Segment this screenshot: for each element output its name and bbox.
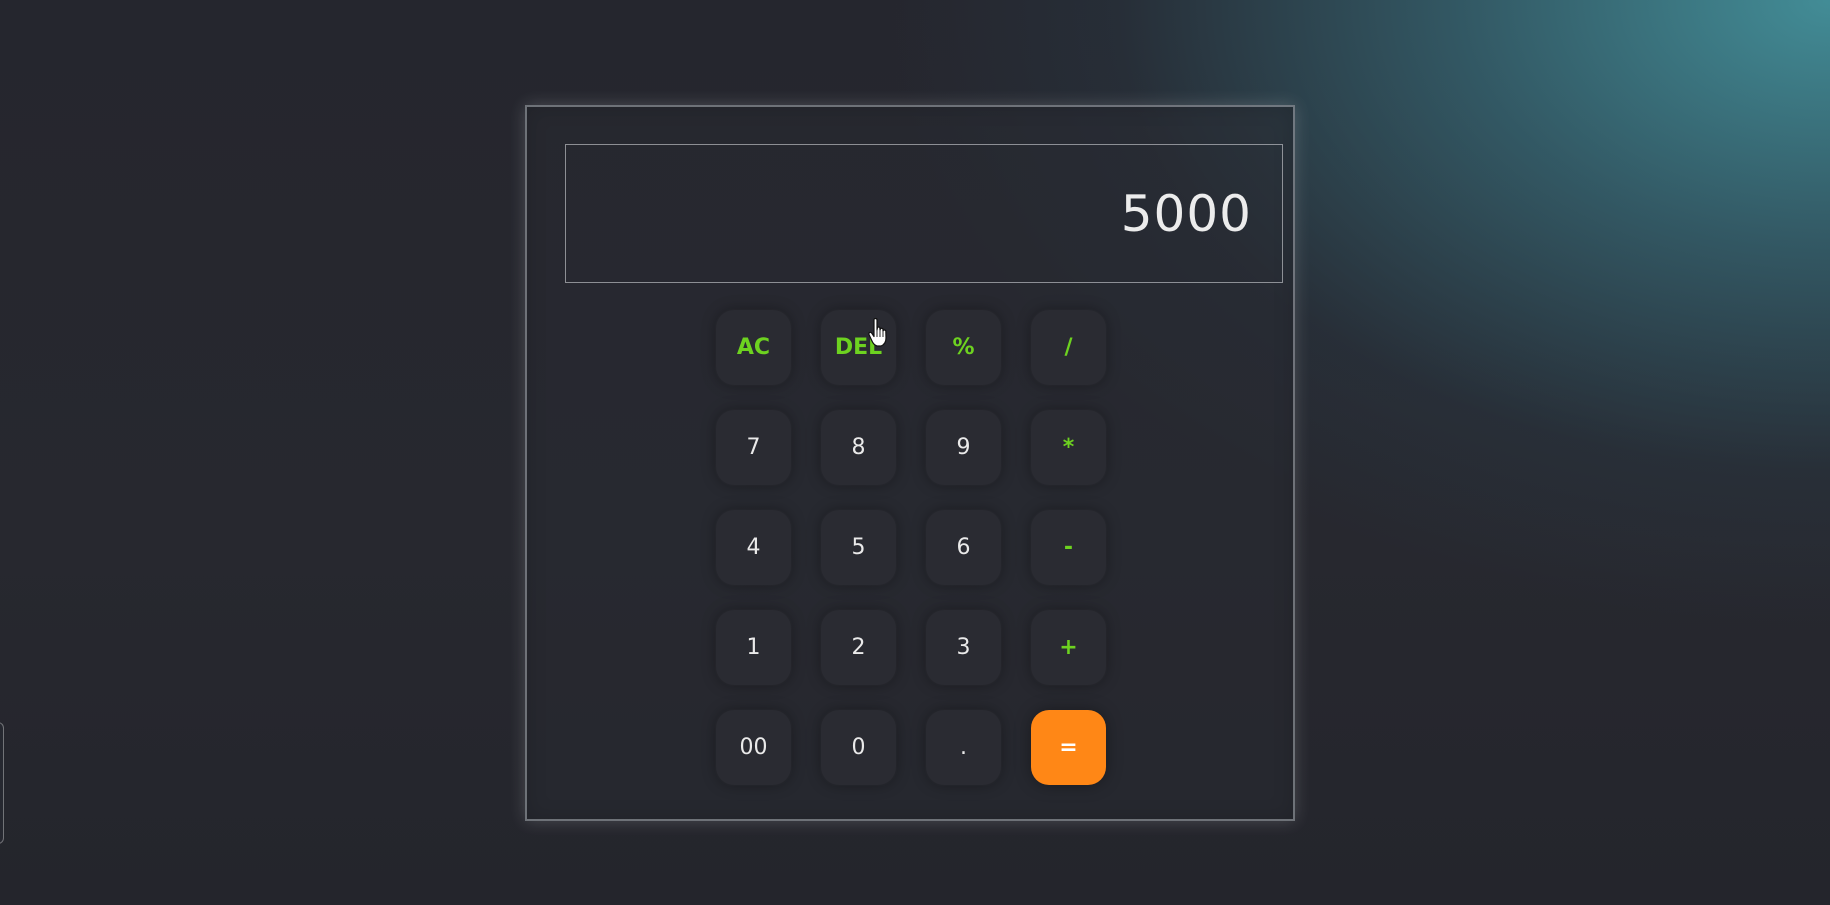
equals-button[interactable]: = [1031,710,1106,785]
calculator-display: 5000 [565,144,1283,283]
divide-button[interactable]: / [1031,310,1106,385]
display-value: 5000 [1120,184,1252,243]
side-panel-tab[interactable] [0,722,4,844]
delete-button[interactable]: DEL [821,310,896,385]
decimal-point-button[interactable]: . [926,710,1001,785]
digit-9-button[interactable]: 9 [926,410,1001,485]
digit-4-button[interactable]: 4 [716,510,791,585]
digit-1-button[interactable]: 1 [716,610,791,685]
add-button[interactable]: + [1031,610,1106,685]
digit-2-button[interactable]: 2 [821,610,896,685]
digit-3-button[interactable]: 3 [926,610,1001,685]
digit-6-button[interactable]: 6 [926,510,1001,585]
double-zero-button[interactable]: 00 [716,710,791,785]
keypad: AC DEL % / 7 8 9 * 4 5 6 - 1 2 3 + 00 0 … [716,310,1106,785]
digit-5-button[interactable]: 5 [821,510,896,585]
calculator: 5000 AC DEL % / 7 8 9 * 4 5 6 - 1 2 3 + … [525,105,1295,821]
digit-7-button[interactable]: 7 [716,410,791,485]
subtract-button[interactable]: - [1031,510,1106,585]
all-clear-button[interactable]: AC [716,310,791,385]
digit-8-button[interactable]: 8 [821,410,896,485]
percent-button[interactable]: % [926,310,1001,385]
multiply-button[interactable]: * [1031,410,1106,485]
digit-0-button[interactable]: 0 [821,710,896,785]
